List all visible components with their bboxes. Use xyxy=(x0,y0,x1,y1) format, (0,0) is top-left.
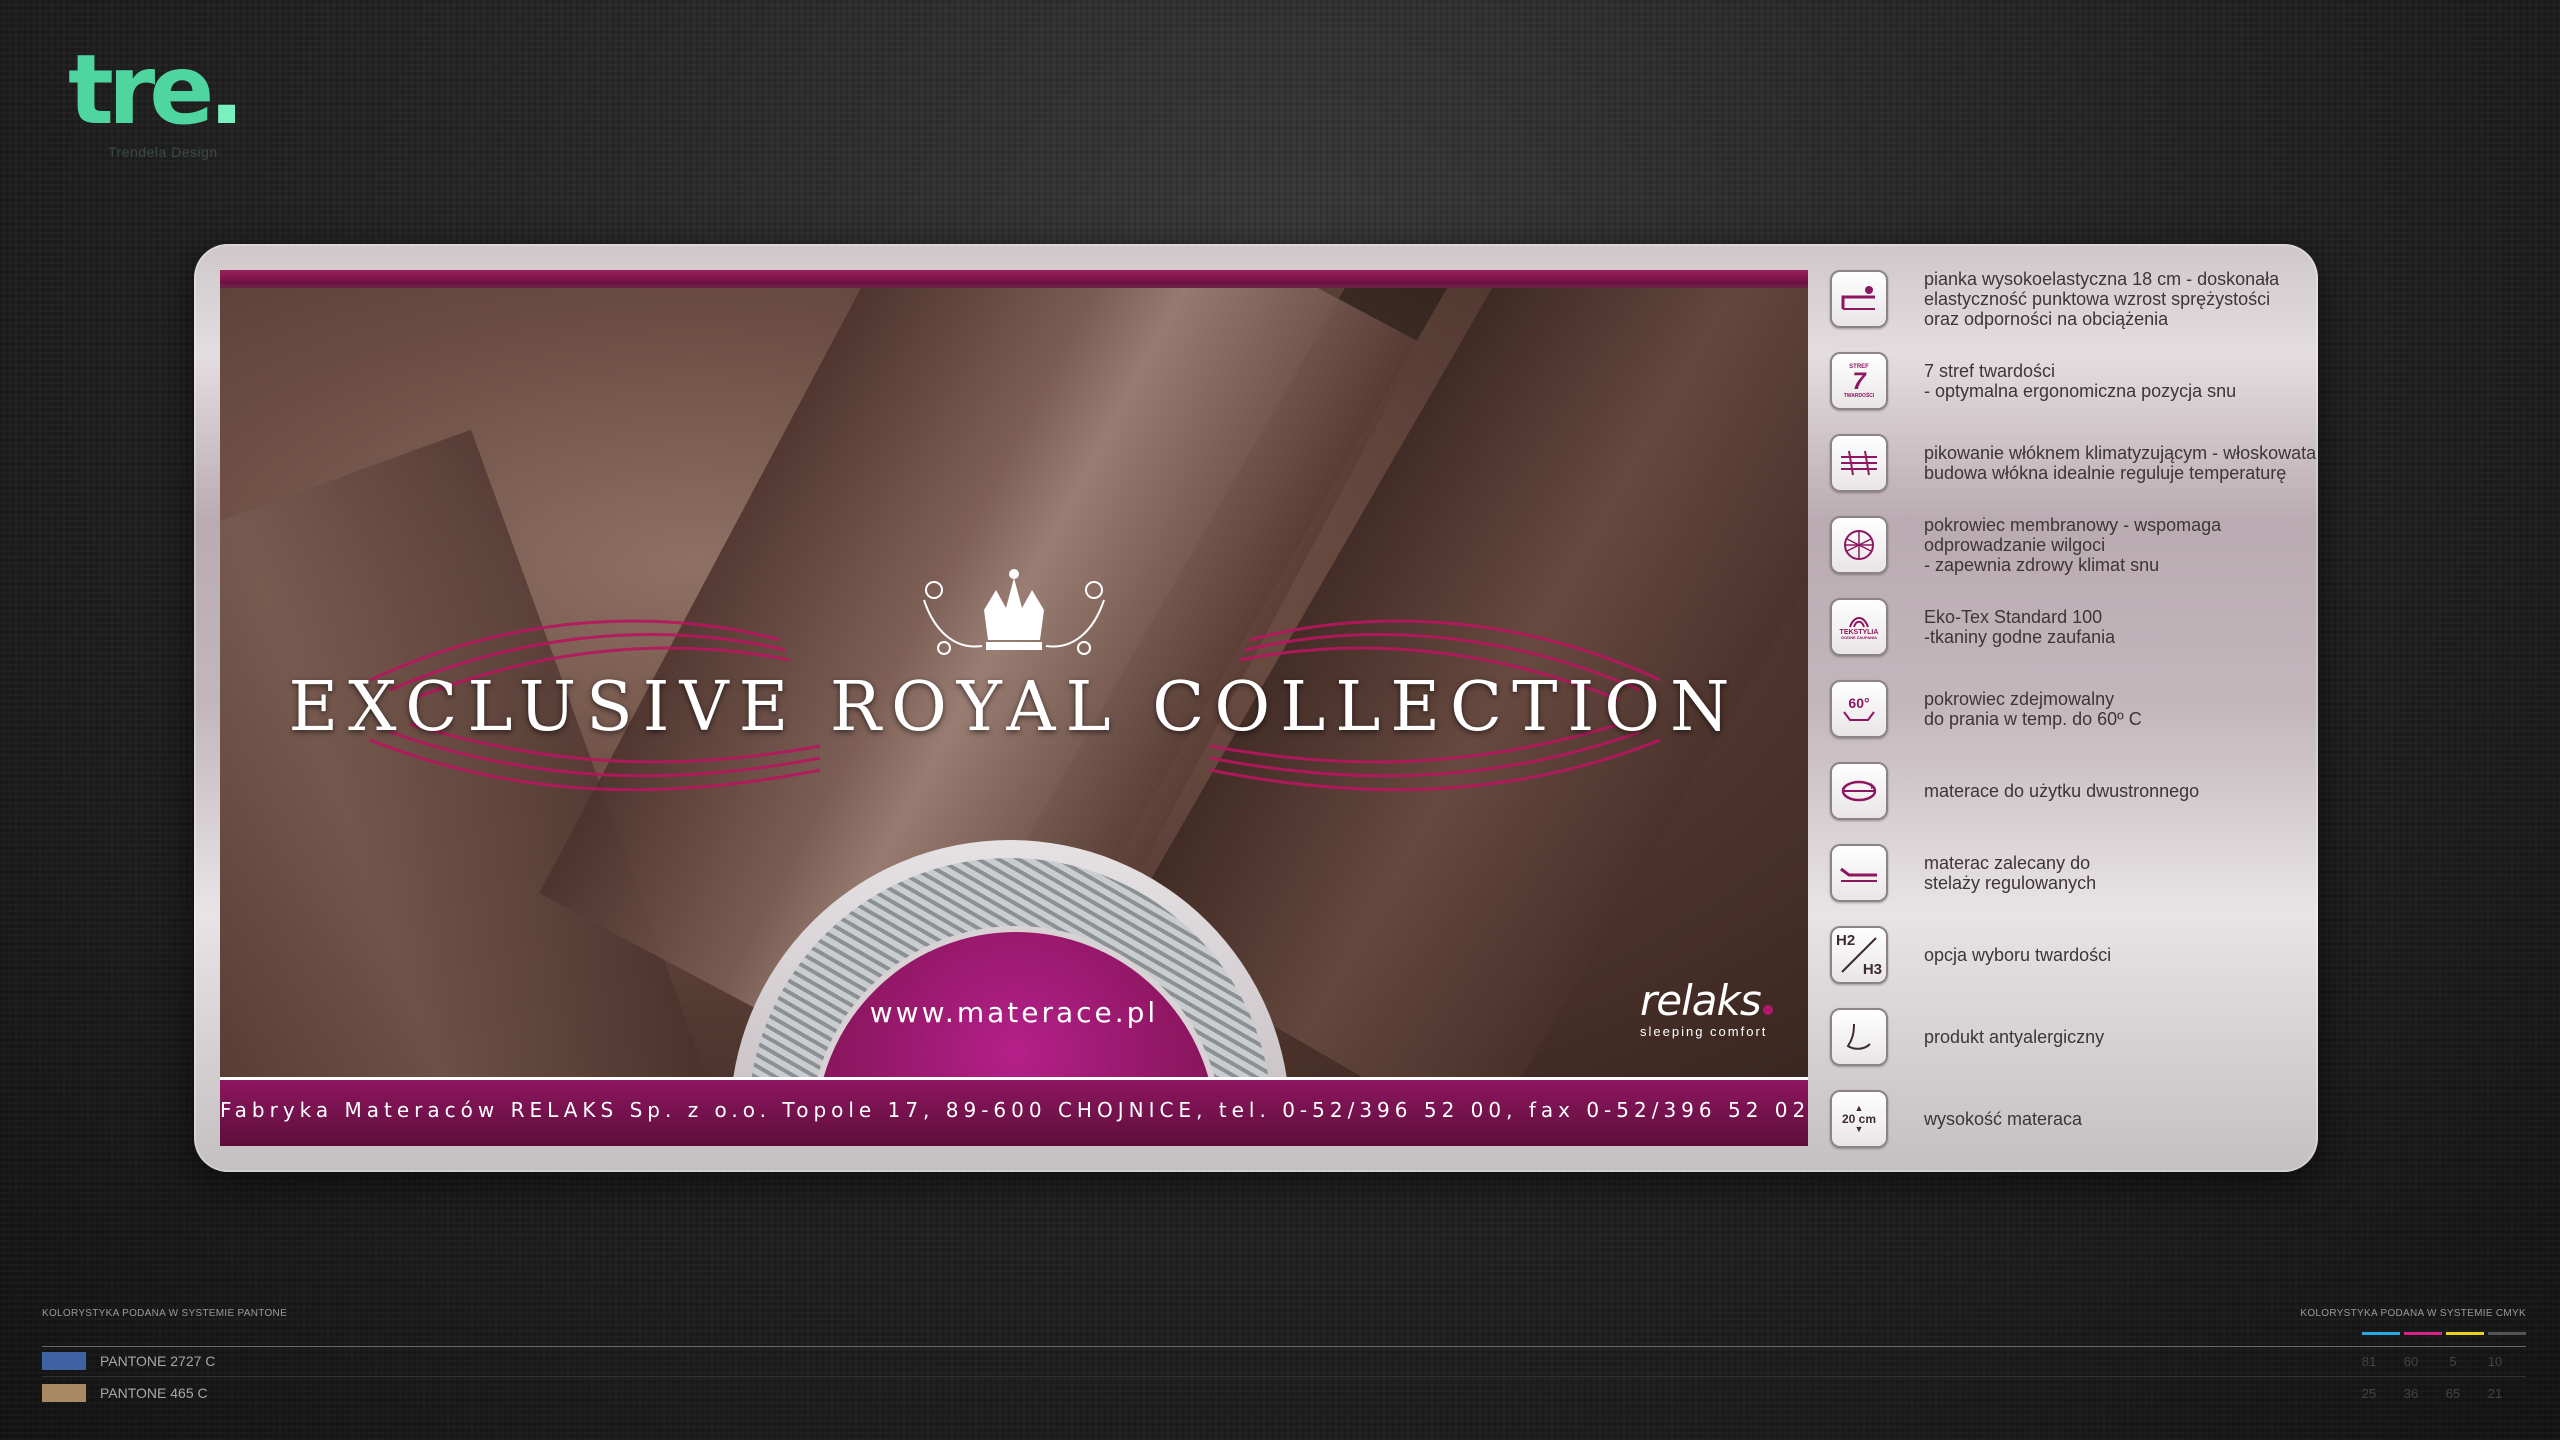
quilting-fiber-icon xyxy=(1830,434,1888,492)
magenta-line xyxy=(2404,1332,2442,1335)
divider xyxy=(42,1346,2526,1347)
feature-line: wysokość materaca xyxy=(1924,1109,2083,1129)
pantone-label: PANTONE 465 C xyxy=(100,1385,208,1401)
presentation-frame: EXCLUSIVE ROYAL COLLECTION www.materace.… xyxy=(194,244,2318,1172)
feature-item: produkt antyalergiczny xyxy=(1830,1002,2300,1072)
pantone-label: PANTONE 2727 C xyxy=(100,1353,216,1369)
feature-item: pokrowiec membranowy - wspomaga odprowad… xyxy=(1830,510,2300,580)
feature-line: opcja wyboru twardości xyxy=(1924,945,2112,965)
feature-line: pokrowiec membranowy - wspomaga xyxy=(1924,515,2222,535)
washable-60-icon: 60° xyxy=(1830,680,1888,738)
feature-line: oraz odporności na obciążenia xyxy=(1924,309,2169,329)
cmyk-m: 60 xyxy=(2403,1354,2419,1369)
feature-line: pikowanie włóknem klimatyzującym - włosk… xyxy=(1924,443,2317,463)
cmyk-c: 81 xyxy=(2361,1354,2377,1369)
feature-line: - zapewnia zdrowy klimat snu xyxy=(1924,555,2160,575)
pantone-row: PANTONE 2727 C xyxy=(42,1352,215,1370)
feature-item: pikowanie włóknem klimatyzującym - włosk… xyxy=(1830,428,2316,498)
cmyk-c: 25 xyxy=(2361,1386,2377,1401)
feature-line: produkt antyalergiczny xyxy=(1924,1027,2105,1047)
feature-item: STREF 7 TWARDOŚCI 7 stref twardości - op… xyxy=(1830,346,2300,416)
brand-dot-icon xyxy=(1762,1005,1773,1015)
firmness-h2h3-icon: H2 H3 xyxy=(1830,926,1888,984)
seven-zones-icon: STREF 7 TWARDOŚCI xyxy=(1830,352,1888,410)
ekotex-icon: TEKSTYLIA GODNE ZAUFANIA xyxy=(1830,598,1888,656)
ad-banner: EXCLUSIVE ROYAL COLLECTION www.materace.… xyxy=(220,270,1808,1146)
cmyk-k: 21 xyxy=(2487,1386,2503,1401)
feature-item: materac zalecany do stelaży regulowanych xyxy=(1830,838,2300,908)
pantone-row: PANTONE 465 C xyxy=(42,1384,208,1402)
company-address: Fabryka Materaców RELAKS Sp. z o.o. Topo… xyxy=(220,1098,1808,1122)
feature-line: 7 stref twardości xyxy=(1924,361,2056,381)
cmyk-values: 25 36 65 21 xyxy=(2348,1386,2516,1401)
antiallergic-icon xyxy=(1830,1008,1888,1066)
adjustable-frame-icon xyxy=(1830,844,1888,902)
banner-footer: Fabryka Materaców RELAKS Sp. z o.o. Topo… xyxy=(220,1077,1808,1146)
feature-line: stelaży regulowanych xyxy=(1924,873,2097,893)
yellow-line xyxy=(2446,1332,2484,1335)
black-line xyxy=(2488,1332,2526,1335)
trendela-logo: tre. Trendela Design xyxy=(68,42,245,167)
feature-line: - optymalna ergonomiczna pozycja snu xyxy=(1924,381,2237,401)
icon-number: 60° xyxy=(1848,695,1870,711)
banner-headline: EXCLUSIVE ROYAL COLLECTION xyxy=(288,668,1740,747)
icon-caption: GODNE ZAUFANIA xyxy=(1841,634,1877,640)
cmyk-heading: KOLORYSTYKA PODANA W SYSTEMIE CMYK xyxy=(2300,1308,2526,1319)
feature-item: materace do użytku dwustronnego xyxy=(1830,756,2300,826)
feature-item: 60° pokrowiec zdejmowalny do prania w te… xyxy=(1830,674,2300,744)
feature-item: pianka wysokoelastyczna 18 cm - doskonał… xyxy=(1830,264,2300,334)
brand-tagline: sleeping comfort xyxy=(1640,1024,1768,1039)
feature-line: -tkaniny godne zaufania xyxy=(1924,627,2116,647)
cmyk-m: 36 xyxy=(2403,1386,2419,1401)
pantone-swatch xyxy=(42,1352,86,1370)
height-20cm-icon: ▲ 20 cm ▼ xyxy=(1830,1090,1888,1148)
feature-item: ▲ 20 cm ▼ wysokość materaca xyxy=(1830,1084,2300,1154)
relaks-logo: relaks sleeping comfort xyxy=(1640,980,1790,1039)
banner-top-stripe xyxy=(220,270,1808,284)
feature-item: TEKSTYLIA GODNE ZAUFANIA Eko-Tex Standar… xyxy=(1830,592,2300,662)
feature-line: budowa włókna idealnie reguluje temperat… xyxy=(1924,463,2287,483)
icon-label: H3 xyxy=(1862,961,1882,978)
crown-icon xyxy=(923,569,1105,655)
cmyk-y: 5 xyxy=(2449,1354,2457,1369)
membrane-cover-icon xyxy=(1830,516,1888,574)
feature-line: Eko-Tex Standard 100 xyxy=(1924,607,2103,627)
cmyk-k: 10 xyxy=(2487,1354,2503,1369)
feature-line: materac zalecany do xyxy=(1924,853,2091,873)
cmyk-color-lines xyxy=(2362,1332,2526,1335)
brand-name: relaks xyxy=(1640,976,1762,1025)
feature-line: pokrowiec zdejmowalny xyxy=(1924,689,2115,709)
feature-line: do prania w temp. do 60º C xyxy=(1924,709,2142,729)
icon-caption: TWARDOŚCI xyxy=(1843,392,1875,399)
two-sided-icon xyxy=(1830,762,1888,820)
logo-mark: tre. xyxy=(68,34,245,146)
logo-subtitle: Trendela Design xyxy=(108,144,218,160)
feature-item: H2 H3 opcja wyboru twardości xyxy=(1830,920,2300,990)
icon-number: 7 xyxy=(1852,367,1866,395)
divider xyxy=(42,1376,2526,1377)
cmyk-values: 81 60 5 10 xyxy=(2348,1354,2516,1369)
cyan-line xyxy=(2362,1332,2400,1335)
pantone-swatch xyxy=(42,1384,86,1402)
website-link[interactable]: www.materace.pl xyxy=(220,996,1808,1029)
feature-line: materace do użytku dwustronnego xyxy=(1924,781,2200,801)
cmyk-y: 65 xyxy=(2445,1386,2461,1401)
feature-line: elastyczność punktowa wzrost sprężystośc… xyxy=(1924,289,2271,309)
feature-line: odprowadzanie wilgoci xyxy=(1924,535,2106,555)
feature-line: pianka wysokoelastyczna 18 cm - doskonał… xyxy=(1924,269,2280,289)
foam-icon xyxy=(1830,270,1888,328)
pantone-heading: KOLORYSTYKA PODANA W SYSTEMIE PANTONE xyxy=(42,1308,288,1319)
